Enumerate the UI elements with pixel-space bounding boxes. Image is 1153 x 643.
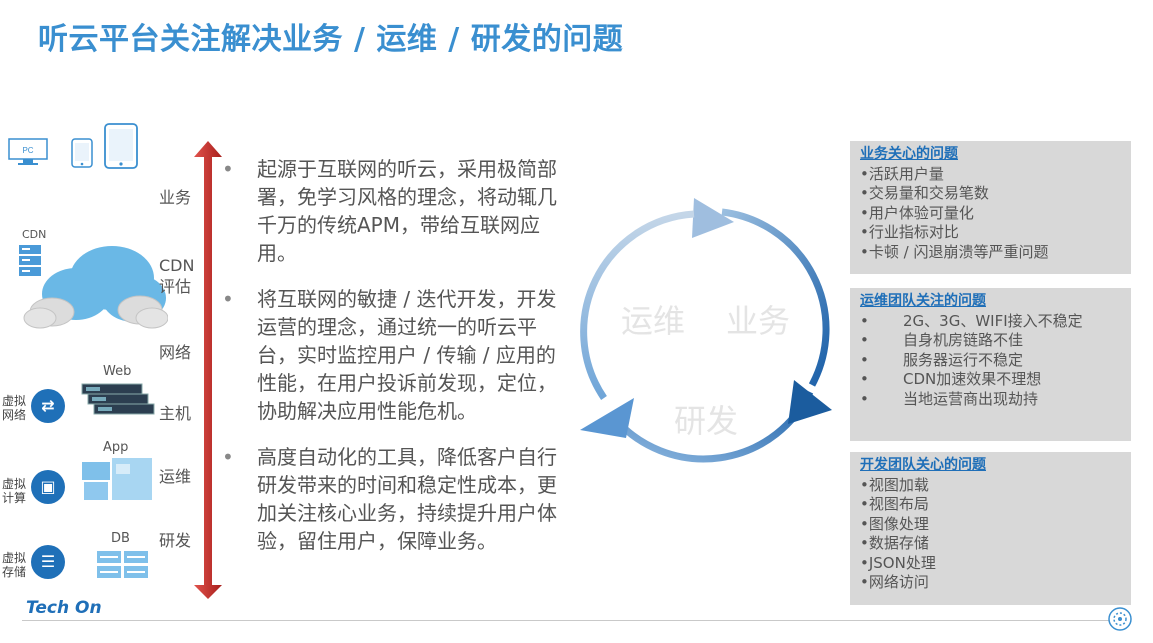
tech-on-logo: Tech On: [26, 598, 102, 618]
cloud-icon: [16, 238, 169, 338]
dev-concern-item: •图像处理: [860, 514, 929, 533]
dev-concern-item: •网络访问: [860, 573, 929, 591]
layer-dev: 研发: [159, 531, 192, 550]
business-concern-item: •交易量和交易笔数: [860, 184, 989, 202]
virtual-storage-icon: ☰: [31, 545, 65, 579]
business-concerns-header[interactable]: 业务关心的问题: [860, 145, 1131, 165]
dev-concern-item: •视图加载: [860, 475, 929, 494]
dev-concern-item: •JSON处理: [860, 553, 936, 572]
bullet-text: 高度自动化的工具，降低客户自行研发带来的时间和稳定性成本，更加关注核心业务，持续…: [257, 445, 557, 553]
layer-business: 业务: [159, 188, 192, 207]
brand-emblem-icon: [1108, 607, 1132, 635]
page-title: 听云平台关注解决业务 / 运维 / 研发的问题: [38, 22, 624, 57]
bullet-text: 将互联网的敏捷 / 迭代开发，开发运营的理念，通过统一的听云平台，实时监控用户 …: [257, 287, 557, 423]
bullet-list: • 起源于互联网的听云，采用极简部署，免学习风格的理念，将动辄几千万的传统APM，…: [222, 155, 567, 571]
cycle-business-label: 业务: [726, 302, 791, 340]
ops-concern-item: 自身机房链路不佳: [860, 331, 1131, 351]
dev-concern-item: •视图布局: [860, 495, 929, 513]
app-icon: [82, 458, 154, 508]
business-concern-item: •活跃用户量: [860, 164, 944, 183]
ops-concern-item: 服务器运行不稳定: [860, 351, 1131, 371]
layer-host: 主机: [159, 404, 192, 423]
ops-concerns-header[interactable]: 运维团队关注的问题: [860, 292, 1131, 312]
db-label: DB: [111, 531, 130, 546]
bullet-item: • 高度自动化的工具，降低客户自行研发带来的时间和稳定性成本，更加关注核心业务，持…: [222, 443, 567, 555]
app-label: App: [103, 440, 129, 455]
footer-divider: [22, 620, 1113, 621]
tablet-icon: [104, 123, 138, 173]
virtual-compute-icon: ▣: [31, 470, 65, 504]
web-server-icon: [80, 382, 156, 426]
business-concern-item: •用户体验可量化: [860, 203, 974, 222]
dev-concern-item: •数据存储: [860, 534, 929, 552]
ops-concern-item: CDN加速效果不理想: [860, 370, 1131, 390]
ops-concerns-box: 运维团队关注的问题 2G、3G、WIFI接入不稳定 自身机房链路不佳 服务器运行…: [850, 288, 1131, 441]
db-icon: [97, 551, 151, 583]
cycle-ops-label: 运维: [621, 302, 686, 340]
layer-network: 网络: [159, 343, 192, 362]
pc-icon: PC: [8, 138, 48, 165]
ops-concern-item: 2G、3G、WIFI接入不稳定: [860, 312, 1131, 332]
double-arrow-icon: [193, 141, 223, 605]
dev-concerns-header[interactable]: 开发团队关心的问题: [860, 456, 1131, 476]
cycle-dev-label: 研发: [674, 402, 739, 440]
layer-ops: 运维: [159, 467, 192, 486]
layer-cdn: CDN 评估: [159, 256, 195, 296]
web-label: Web: [103, 364, 132, 379]
virtual-network-label: 虚拟网络: [2, 394, 27, 422]
virtual-compute-label: 虚拟计算: [2, 477, 27, 505]
virtual-network-icon: ⇄: [31, 389, 65, 423]
business-concern-item: •行业指标对比: [860, 223, 959, 241]
virtual-storage-label: 虚拟存储: [2, 551, 27, 579]
business-concerns-box: 业务关心的问题 •活跃用户量 •交易量和交易笔数 •用户体验可量化 •行业指标对…: [850, 141, 1131, 274]
bullet-item: • 将互联网的敏捷 / 迭代开发，开发运营的理念，通过统一的听云平台，实时监控用户…: [222, 285, 567, 425]
business-concern-item: •卡顿 / 闪退崩溃等严重问题: [860, 242, 1049, 261]
pc-label: PC: [22, 146, 33, 155]
bullet-text: 起源于互联网的听云，采用极简部署，免学习风格的理念，将动辄几千万的传统APM，带…: [257, 157, 557, 265]
phone-icon: [71, 138, 93, 172]
ops-concern-item: 当地运营商出现劫持: [860, 390, 1131, 410]
dev-concerns-box: 开发团队关心的问题 •视图加载 •视图布局 •图像处理 •数据存储 •JSON处…: [850, 452, 1131, 605]
bullet-item: • 起源于互联网的听云，采用极简部署，免学习风格的理念，将动辄几千万的传统APM，…: [222, 155, 567, 267]
